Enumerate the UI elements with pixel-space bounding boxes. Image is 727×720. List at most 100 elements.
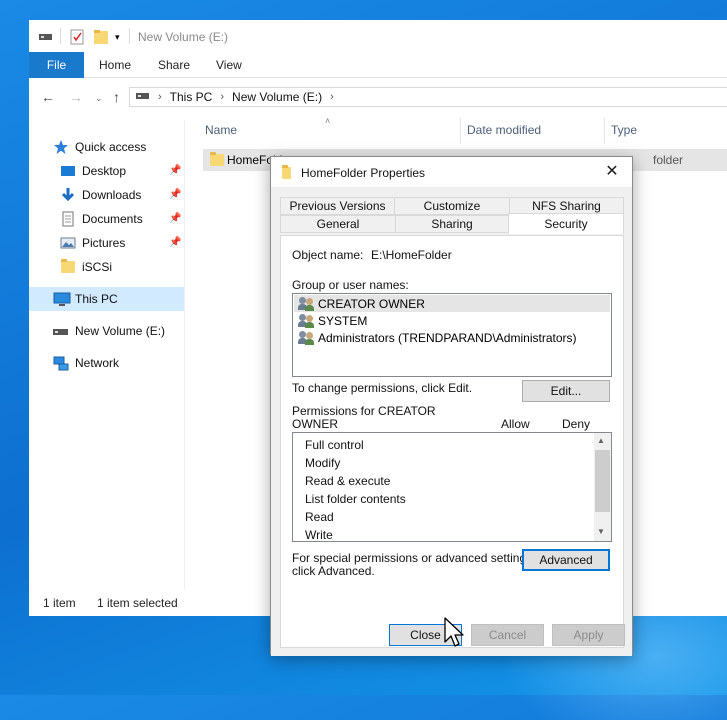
nav-item-quick-access[interactable]: Quick access xyxy=(53,136,146,158)
pictures-icon xyxy=(60,235,76,251)
users-icon xyxy=(298,313,315,328)
address-bar-row: ← → ⌄ ↑ › This PC › New Volume (E:) › xyxy=(29,80,727,114)
tab-file[interactable]: File xyxy=(29,52,84,78)
file-type: folder xyxy=(653,153,684,167)
column-header-name[interactable]: Name xyxy=(205,123,237,137)
pin-icon[interactable]: 📌 xyxy=(169,237,181,248)
tab-view[interactable]: View xyxy=(216,58,242,72)
divider xyxy=(129,28,130,44)
close-icon[interactable]: ✕ xyxy=(600,161,624,183)
column-header-date-modified[interactable]: Date modified xyxy=(467,123,541,137)
pin-icon[interactable]: 📌 xyxy=(169,165,181,176)
sort-up-icon: ˄ xyxy=(325,116,331,126)
nav-item-pictures[interactable]: Pictures xyxy=(60,232,125,254)
back-arrow-icon[interactable]: ← xyxy=(41,89,55,105)
download-icon xyxy=(60,187,76,203)
column-divider[interactable] xyxy=(460,118,461,144)
tab-customize[interactable]: Customize xyxy=(394,197,510,215)
forward-arrow-icon[interactable]: → xyxy=(69,89,83,105)
chevron-right-icon: › xyxy=(158,91,162,103)
folder-icon xyxy=(281,165,297,181)
permission-read-execute: Read & execute xyxy=(305,474,391,488)
status-item-count: 1 item xyxy=(43,596,76,610)
security-panel: Object name: E:\HomeFolder Group or user… xyxy=(280,235,624,648)
nav-item-this-pc[interactable]: This PC xyxy=(53,288,118,310)
user-creator-owner[interactable]: CREATOR OWNER xyxy=(298,295,425,312)
tab-security[interactable]: Security xyxy=(508,213,624,234)
allow-column-header: Allow xyxy=(501,417,530,431)
documents-icon xyxy=(60,211,76,227)
dialog-body: Previous Versions Customize NFS Sharing … xyxy=(271,187,632,656)
scroll-up-icon[interactable]: ▲ xyxy=(597,436,605,445)
drive-icon xyxy=(136,90,150,104)
window-title: New Volume (E:) xyxy=(138,30,229,44)
column-header-type[interactable]: Type xyxy=(611,123,637,137)
tab-general[interactable]: General xyxy=(280,215,396,233)
desktop-icon xyxy=(60,163,76,179)
permission-write: Write xyxy=(305,528,333,542)
advanced-hint-2: click Advanced. xyxy=(292,564,375,578)
pin-icon[interactable]: 📌 xyxy=(169,189,181,200)
nav-item-network[interactable]: Network xyxy=(53,352,119,374)
tab-home[interactable]: Home xyxy=(99,58,131,72)
breadcrumb-this-pc[interactable]: This PC xyxy=(170,90,213,104)
new-folder-icon[interactable] xyxy=(93,28,109,46)
folder-icon xyxy=(209,152,225,168)
ribbon-tabs: File Home Share View xyxy=(29,52,727,78)
nav-item-new-volume[interactable]: New Volume (E:) xyxy=(53,320,165,342)
folder-icon xyxy=(60,259,76,275)
tab-previous-versions[interactable]: Previous Versions xyxy=(280,197,395,215)
up-arrow-icon[interactable]: ↑ xyxy=(113,89,120,105)
group-names-label: Group or user names: xyxy=(292,278,409,292)
properties-icon[interactable] xyxy=(70,28,84,46)
customize-toolbar-icon[interactable]: ▾ xyxy=(115,28,120,46)
permissions-list[interactable]: Full control Modify Read & execute List … xyxy=(292,432,612,542)
properties-dialog: HomeFolder Properties ✕ Previous Version… xyxy=(270,156,633,656)
breadcrumb-new-volume[interactable]: New Volume (E:) xyxy=(232,90,322,104)
status-selected: 1 item selected xyxy=(97,596,178,610)
scroll-down-icon[interactable]: ▼ xyxy=(597,527,605,536)
divider xyxy=(60,28,61,44)
pc-icon xyxy=(53,291,71,307)
pin-icon[interactable]: 📌 xyxy=(169,213,181,224)
mouse-cursor-icon xyxy=(444,617,464,647)
permission-list-folder-contents: List folder contents xyxy=(305,492,406,506)
user-system[interactable]: SYSTEM xyxy=(298,312,367,329)
nav-item-iscsi[interactable]: iSCSi xyxy=(60,256,112,278)
change-permissions-hint: To change permissions, click Edit. xyxy=(292,381,473,395)
drive-icon xyxy=(53,323,69,339)
user-administrators[interactable]: Administrators (TRENDPARAND\Administrato… xyxy=(298,329,577,346)
recent-locations-icon[interactable]: ⌄ xyxy=(95,93,103,104)
permissions-for-label: Permissions for CREATOR xyxy=(292,404,436,418)
chevron-right-icon: › xyxy=(330,91,334,103)
star-icon xyxy=(53,139,69,155)
dialog-title: HomeFolder Properties xyxy=(301,166,426,180)
users-icon xyxy=(298,296,315,311)
column-divider[interactable] xyxy=(604,118,605,144)
edit-button[interactable]: Edit... xyxy=(522,380,610,402)
users-listbox[interactable]: CREATOR OWNER SYSTEM Administrators (TRE… xyxy=(292,293,612,377)
deny-column-header: Deny xyxy=(562,417,591,431)
drive-icon xyxy=(39,28,53,46)
scrollbar-thumb[interactable] xyxy=(595,450,610,512)
tab-sharing[interactable]: Sharing xyxy=(395,215,509,233)
cancel-button[interactable]: Cancel xyxy=(471,624,544,646)
permission-read: Read xyxy=(305,510,334,524)
advanced-hint: For special permissions or advanced sett… xyxy=(292,551,536,565)
advanced-button[interactable]: Advanced xyxy=(522,549,610,571)
network-icon xyxy=(53,355,69,371)
nav-pane-divider xyxy=(184,120,185,590)
apply-button[interactable]: Apply xyxy=(552,624,625,646)
permissions-for-label-2: OWNER xyxy=(292,417,338,431)
nav-item-downloads[interactable]: Downloads xyxy=(60,184,141,206)
permission-modify: Modify xyxy=(305,456,341,470)
breadcrumb[interactable]: › This PC › New Volume (E:) › xyxy=(129,87,727,107)
nav-item-documents[interactable]: Documents xyxy=(60,208,143,230)
nav-item-desktop[interactable]: Desktop xyxy=(60,160,126,182)
users-icon xyxy=(298,330,315,345)
chevron-right-icon: › xyxy=(220,91,225,103)
permissions-scrollbar[interactable]: ▲ ▼ xyxy=(594,433,611,541)
navigation-pane: Quick access Desktop 📌 Downloads 📌 Docum… xyxy=(29,120,185,590)
tab-share[interactable]: Share xyxy=(158,58,190,72)
object-name-label: Object name: xyxy=(292,248,364,262)
